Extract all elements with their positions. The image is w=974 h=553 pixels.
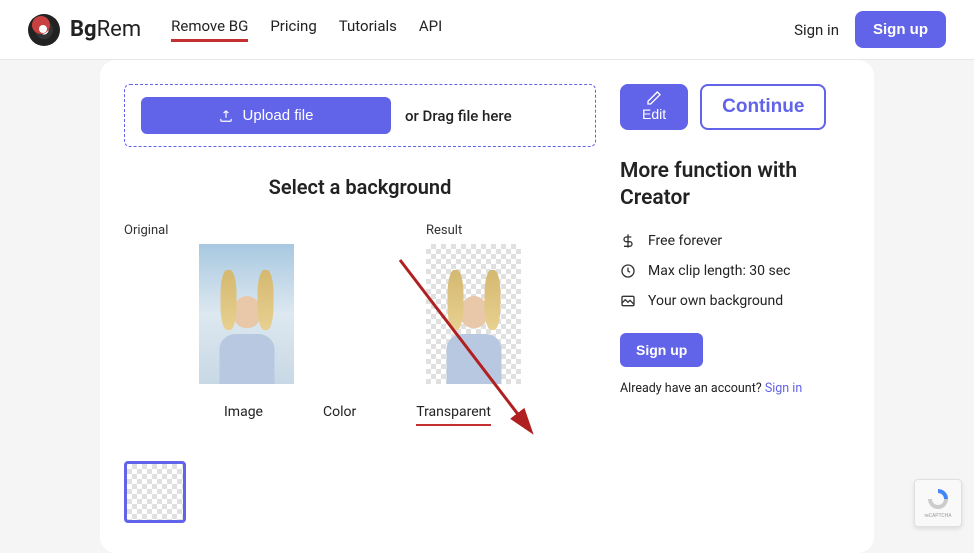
logo-icon bbox=[28, 14, 60, 46]
result-column: Result bbox=[334, 223, 521, 384]
feature-title: More function with Creator bbox=[620, 158, 850, 213]
signup-cta-button[interactable]: Sign up bbox=[620, 333, 703, 367]
header: BgRem Remove BG Pricing Tutorials API Si… bbox=[0, 0, 974, 60]
nav-remove-bg[interactable]: Remove BG bbox=[171, 17, 248, 42]
section-title: Select a background bbox=[124, 175, 596, 199]
feature-item: Your own background bbox=[620, 293, 850, 309]
bg-tabs: Image Color Transparent bbox=[224, 404, 596, 426]
drag-text: or Drag file here bbox=[405, 107, 512, 125]
edit-button[interactable]: Edit bbox=[620, 84, 688, 130]
recaptcha-text: reCAPTCHA bbox=[924, 513, 951, 519]
header-right: Sign in Sign up bbox=[794, 11, 946, 48]
clock-icon bbox=[620, 263, 636, 279]
result-label: Result bbox=[426, 223, 521, 238]
nav-api[interactable]: API bbox=[419, 17, 442, 42]
feature-item: Free forever bbox=[620, 233, 850, 249]
tab-transparent[interactable]: Transparent bbox=[416, 404, 491, 426]
original-image bbox=[199, 244, 294, 384]
nav-pricing[interactable]: Pricing bbox=[270, 17, 316, 42]
signin-link[interactable]: Sign in bbox=[794, 21, 839, 39]
signin-inline-link[interactable]: Sign in bbox=[765, 381, 802, 396]
original-column: Original bbox=[124, 223, 294, 384]
feature-text: Free forever bbox=[648, 233, 722, 249]
nav-tutorials[interactable]: Tutorials bbox=[339, 17, 397, 42]
original-label: Original bbox=[124, 223, 294, 238]
upload-icon bbox=[219, 109, 233, 123]
recaptcha-icon bbox=[926, 487, 950, 511]
tab-color[interactable]: Color bbox=[323, 404, 356, 426]
dollar-icon bbox=[620, 233, 636, 249]
logo-text: BgRem bbox=[70, 17, 141, 42]
main-card: Upload file or Drag file here Select a b… bbox=[100, 60, 874, 553]
left-column: Upload file or Drag file here Select a b… bbox=[124, 84, 596, 523]
upload-button[interactable]: Upload file bbox=[141, 97, 391, 134]
edit-icon bbox=[646, 90, 662, 106]
signup-button[interactable]: Sign up bbox=[855, 11, 946, 48]
edit-label: Edit bbox=[642, 106, 666, 122]
image-icon bbox=[620, 293, 636, 309]
continue-button[interactable]: Continue bbox=[700, 84, 826, 130]
result-image bbox=[426, 244, 521, 384]
logo[interactable]: BgRem bbox=[28, 14, 141, 46]
thumbnails bbox=[124, 461, 596, 523]
account-text: Already have an account? Sign in bbox=[620, 381, 850, 396]
upload-button-label: Upload file bbox=[243, 107, 314, 124]
preview-row: Original Result bbox=[124, 223, 596, 384]
tab-image[interactable]: Image bbox=[224, 404, 263, 426]
feature-text: Your own background bbox=[648, 293, 783, 309]
thumbnail-transparent[interactable] bbox=[124, 461, 186, 523]
action-row: Edit Continue bbox=[620, 84, 850, 130]
recaptcha-badge: reCAPTCHA bbox=[914, 479, 962, 527]
feature-text: Max clip length: 30 sec bbox=[648, 263, 791, 279]
nav: Remove BG Pricing Tutorials API bbox=[171, 17, 442, 42]
right-column: Edit Continue More function with Creator… bbox=[620, 84, 850, 523]
feature-item: Max clip length: 30 sec bbox=[620, 263, 850, 279]
upload-dropzone[interactable]: Upload file or Drag file here bbox=[124, 84, 596, 147]
